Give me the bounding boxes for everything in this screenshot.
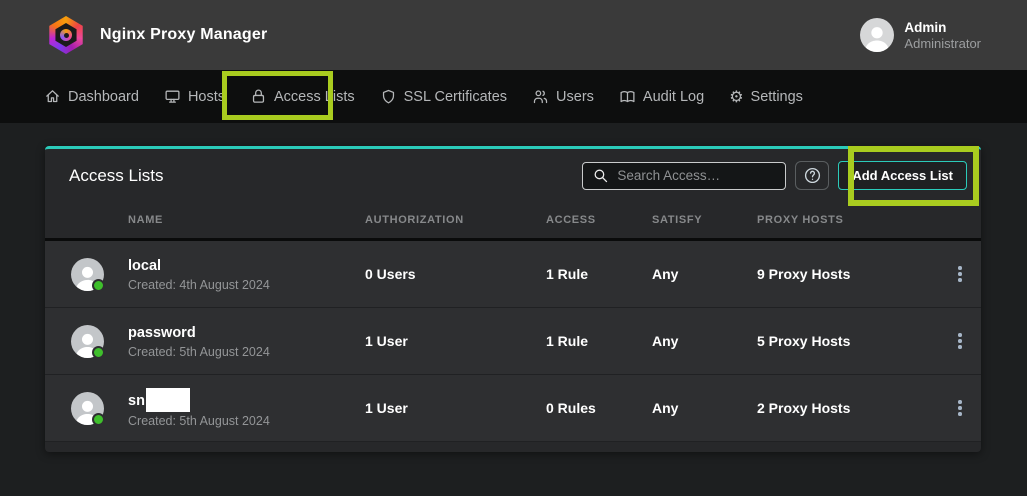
- access-lists-panel: Access Lists Add Access List NAME AUTHOR…: [45, 146, 981, 452]
- column-header-name: NAME: [128, 214, 365, 226]
- nav-label: Hosts: [188, 89, 225, 105]
- home-icon: [44, 88, 61, 105]
- top-header-bar: Nginx Proxy Manager Admin Administrator: [0, 0, 1027, 70]
- access-list-name: local: [128, 258, 161, 274]
- authorization-value: 0 Users: [365, 266, 546, 282]
- row-avatar: [71, 325, 104, 358]
- proxy-hosts-value: 5 Proxy Hosts: [757, 333, 948, 349]
- column-header-authorization: AUTHORIZATION: [365, 214, 546, 226]
- access-list-name: sn: [128, 393, 145, 409]
- panel-header: Access Lists Add Access List: [45, 149, 981, 202]
- user-menu[interactable]: Admin Administrator: [860, 18, 981, 52]
- search-box: [582, 162, 786, 190]
- nav-label: Audit Log: [643, 89, 704, 105]
- created-date: Created: 5th August 2024: [128, 414, 365, 428]
- proxy-hosts-value: 2 Proxy Hosts: [757, 400, 948, 416]
- kebab-menu-icon[interactable]: [948, 393, 972, 423]
- users-icon: [532, 88, 549, 105]
- column-header-proxy-hosts: PROXY HOSTS: [757, 214, 948, 226]
- column-header-access: ACCESS: [546, 214, 652, 226]
- nav-item-hosts[interactable]: Hosts: [164, 88, 225, 105]
- shield-icon: [380, 88, 397, 105]
- access-value: 1 Rule: [546, 333, 652, 349]
- nav-item-dashboard[interactable]: Dashboard: [44, 88, 139, 105]
- nav-item-audit-log[interactable]: Audit Log: [619, 88, 704, 105]
- row-avatar: [71, 392, 104, 425]
- help-circle-icon: [803, 166, 822, 185]
- column-header-satisfy: SATISFY: [652, 214, 757, 226]
- authorization-value: 1 User: [365, 333, 546, 349]
- created-date: Created: 5th August 2024: [128, 345, 365, 359]
- panel-title: Access Lists: [69, 166, 163, 186]
- redaction-box: [146, 388, 190, 412]
- book-icon: [619, 88, 636, 105]
- row-avatar: [71, 258, 104, 291]
- app-title: Nginx Proxy Manager: [100, 26, 267, 44]
- access-value: 1 Rule: [546, 266, 652, 282]
- online-status-dot: [92, 346, 105, 359]
- gear-icon: ⚙: [729, 88, 743, 105]
- satisfy-value: Any: [652, 400, 757, 416]
- nav-label: SSL Certificates: [404, 89, 507, 105]
- nav-label: Settings: [751, 89, 803, 105]
- user-name: Admin: [904, 19, 981, 36]
- table-row[interactable]: password Created: 5th August 2024 1 User…: [45, 308, 981, 375]
- search-input[interactable]: [582, 162, 786, 190]
- proxy-hosts-value: 9 Proxy Hosts: [757, 266, 948, 282]
- help-button[interactable]: [795, 161, 829, 190]
- table-row[interactable]: local Created: 4th August 2024 0 Users 1…: [45, 241, 981, 308]
- nav-label: Users: [556, 89, 594, 105]
- user-avatar: [860, 18, 894, 52]
- npm-logo-icon: [47, 16, 85, 54]
- add-access-list-button[interactable]: Add Access List: [838, 161, 967, 190]
- kebab-menu-icon[interactable]: [948, 259, 972, 289]
- nav-label: Dashboard: [68, 89, 139, 105]
- created-date: Created: 4th August 2024: [128, 278, 365, 292]
- satisfy-value: Any: [652, 333, 757, 349]
- access-list-name: password: [128, 325, 196, 341]
- access-value: 0 Rules: [546, 400, 652, 416]
- lock-icon: [250, 88, 267, 105]
- panel-bottom-padding: [45, 442, 981, 452]
- nav-label: Access Lists: [274, 89, 355, 105]
- online-status-dot: [92, 413, 105, 426]
- nav-item-settings[interactable]: ⚙ Settings: [729, 88, 803, 105]
- authorization-value: 1 User: [365, 400, 546, 416]
- nav-item-access-lists[interactable]: Access Lists: [250, 88, 355, 105]
- nav-item-ssl-certificates[interactable]: SSL Certificates: [380, 88, 507, 105]
- search-icon: [592, 167, 609, 189]
- table-row[interactable]: sn Created: 5th August 2024 1 User 0 Rul…: [45, 375, 981, 442]
- kebab-menu-icon[interactable]: [948, 326, 972, 356]
- table-header-row: NAME AUTHORIZATION ACCESS SATISFY PROXY …: [45, 202, 981, 238]
- main-nav: Dashboard Hosts Access Lists SSL Certifi…: [0, 70, 1027, 123]
- satisfy-value: Any: [652, 266, 757, 282]
- monitor-icon: [164, 88, 181, 105]
- online-status-dot: [92, 279, 105, 292]
- user-role: Administrator: [904, 36, 981, 52]
- nav-item-users[interactable]: Users: [532, 88, 594, 105]
